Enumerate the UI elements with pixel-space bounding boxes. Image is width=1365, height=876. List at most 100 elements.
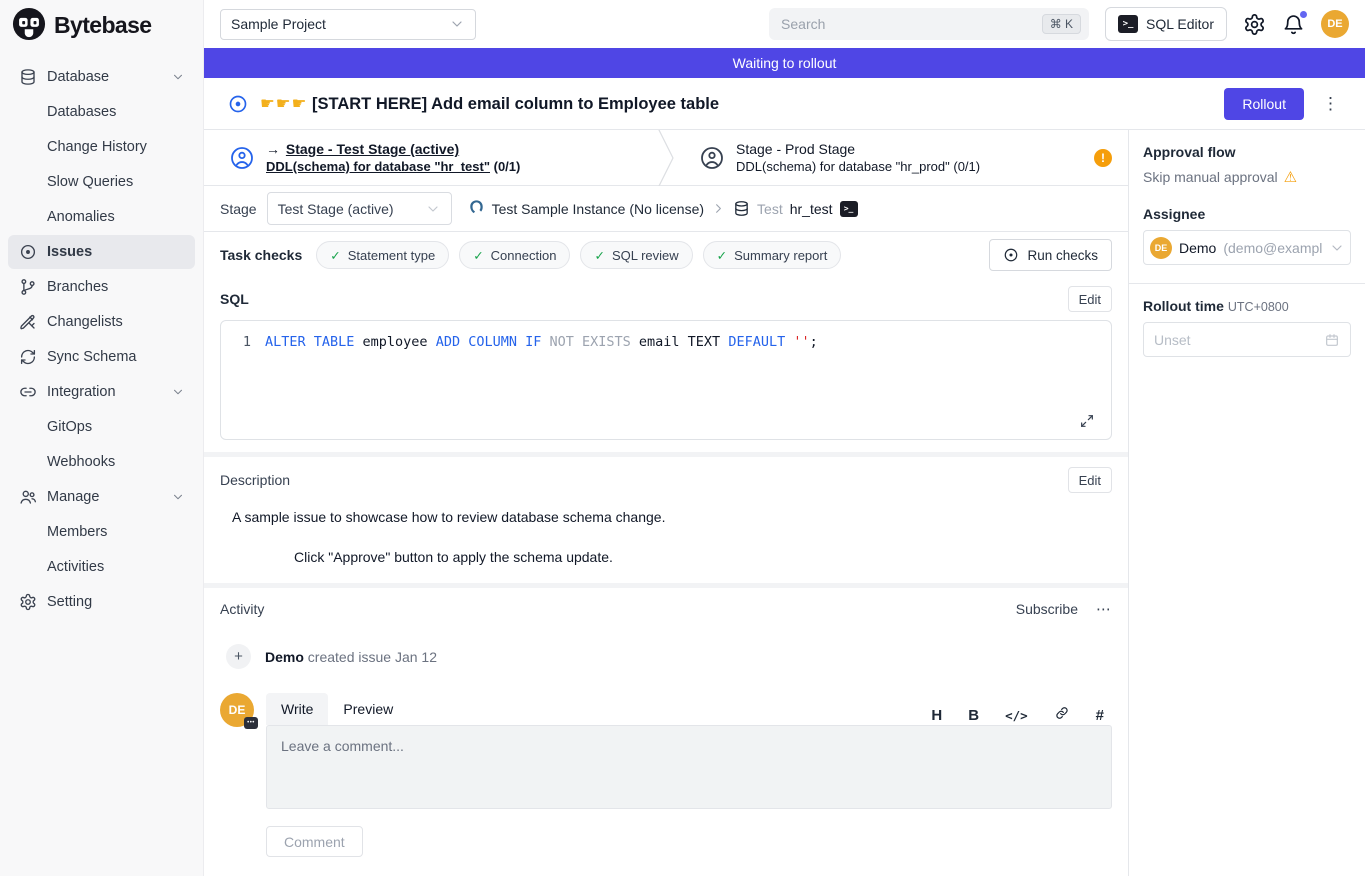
editor-tabs: Write Preview H B </> # — [266, 693, 1112, 725]
check-pill-label: Summary report — [734, 248, 827, 263]
sidebar-item-change-history[interactable]: Change History — [8, 130, 195, 164]
bold-icon[interactable]: B — [968, 707, 979, 724]
check-pill-summary-report[interactable]: ✓Summary report — [703, 241, 842, 269]
database-breadcrumb: Test Sample Instance (No license) Test h… — [468, 199, 858, 219]
check-pill-connection[interactable]: ✓Connection — [459, 241, 570, 269]
brand-logo[interactable]: Bytebase — [0, 0, 203, 50]
sidebar-item-issues[interactable]: Issues — [8, 235, 195, 269]
sql-editor-label: SQL Editor — [1146, 16, 1214, 32]
project-selector[interactable]: Sample Project — [220, 9, 476, 40]
kebab-menu-button[interactable]: ⋮ — [1316, 94, 1345, 114]
editor-column: Write Preview H B </> # Comment — [266, 693, 1112, 857]
sidebar-item-label: Anomalies — [47, 209, 115, 225]
link-icon[interactable] — [1054, 705, 1070, 725]
sidebar-item-label: GitOps — [47, 419, 92, 435]
search-placeholder: Search — [781, 16, 825, 32]
activity-menu-button[interactable]: ⋯ — [1096, 600, 1112, 618]
environment-name: Test — [757, 201, 783, 217]
heading-icon[interactable]: H — [931, 707, 942, 724]
notifications-bell-button[interactable] — [1282, 13, 1305, 36]
sidebar-item-anomalies[interactable]: Anomalies — [8, 200, 195, 234]
comment-avatar: DE ••• — [220, 693, 254, 727]
sidebar-item-database[interactable]: Database — [8, 60, 195, 94]
sidebar-item-members[interactable]: Members — [8, 515, 195, 549]
rollout-time-value: Unset — [1154, 332, 1191, 348]
comment-editor: DE ••• Write Preview H B </> # Comment — [204, 673, 1128, 857]
sidebar-item-branches[interactable]: Branches — [8, 270, 195, 304]
stage-card-prod[interactable]: Stage - Prod Stage DDL(schema) for datab… — [674, 130, 1128, 185]
search-input[interactable]: Search ⌘ K — [769, 8, 1089, 40]
page-title: ☛☛☛ [START HERE] Add email column to Emp… — [260, 94, 719, 114]
sql-editor-button[interactable]: >_ SQL Editor — [1105, 7, 1227, 41]
sidebar-item-label: Slow Queries — [47, 174, 133, 190]
branch-icon — [18, 278, 37, 297]
run-checks-label: Run checks — [1027, 248, 1098, 263]
plus-icon: + — [226, 644, 251, 669]
main-area: Sample Project Search ⌘ K >_ SQL Editor … — [204, 0, 1365, 876]
tab-write[interactable]: Write — [266, 693, 328, 725]
expand-icon[interactable] — [1079, 413, 1095, 429]
comment-submit-button[interactable]: Comment — [266, 826, 363, 857]
sidebar-item-changelists[interactable]: Changelists — [8, 305, 195, 339]
description-edit-button[interactable]: Edit — [1068, 467, 1112, 493]
check-pill-sql-review[interactable]: ✓SQL review — [580, 241, 692, 269]
check-pill-statement-type[interactable]: ✓Statement type — [316, 241, 449, 269]
tab-preview[interactable]: Preview — [328, 693, 408, 725]
sidebar-item-label: Branches — [47, 279, 108, 295]
sidebar-item-webhooks[interactable]: Webhooks — [8, 445, 195, 479]
sidebar-item-label: Setting — [47, 594, 92, 610]
sidebar-item-manage[interactable]: Manage — [8, 480, 195, 514]
attention-badge: ! — [1094, 149, 1112, 167]
sidebar-item-gitops[interactable]: GitOps — [8, 410, 195, 444]
approval-flow-label: Approval flow — [1143, 144, 1351, 160]
sql-section: SQL Edit 1 ALTER TABLE employee ADD COLU… — [204, 278, 1128, 452]
rollout-time-input[interactable]: Unset — [1143, 322, 1351, 357]
user-avatar[interactable]: DE — [1321, 10, 1349, 38]
current-stage-arrow: → — [266, 141, 280, 157]
changelist-icon — [18, 313, 37, 332]
sidebar-item-integration[interactable]: Integration — [8, 375, 195, 409]
main-column: → Stage - Test Stage (active) DDL(schema… — [204, 130, 1128, 876]
sidebar-item-sync-schema[interactable]: Sync Schema — [8, 340, 195, 374]
instance-name[interactable]: Test Sample Instance (No license) — [492, 201, 704, 217]
panel-divider — [1129, 283, 1365, 284]
stage-select-dropdown[interactable]: Test Stage (active) — [267, 192, 452, 225]
run-checks-button[interactable]: Run checks — [989, 239, 1112, 271]
sidebar-item-slow-queries[interactable]: Slow Queries — [8, 165, 195, 199]
sidebar-item-activities[interactable]: Activities — [8, 550, 195, 584]
stage-test-name: Stage - Test Stage (active) — [286, 141, 459, 157]
sync-icon — [18, 348, 37, 367]
database-name[interactable]: hr_test — [790, 201, 833, 217]
subscribe-button[interactable]: Subscribe — [1016, 601, 1078, 617]
sidebar-item-label: Activities — [47, 559, 104, 575]
sql-token: email TEXT — [631, 334, 729, 350]
comment-textarea[interactable] — [266, 725, 1112, 809]
rollout-button[interactable]: Rollout — [1224, 88, 1304, 120]
sidebar-item-databases[interactable]: Databases — [8, 95, 195, 129]
check-icon: ✓ — [594, 248, 604, 263]
assignee-select[interactable]: DE Demo (demo@example — [1143, 230, 1351, 265]
stage-test-count: (0/1) — [494, 159, 521, 174]
content-row: → Stage - Test Stage (active) DDL(schema… — [204, 130, 1365, 876]
bytebase-logo-icon — [12, 7, 46, 44]
stage-prod-detail: DDL(schema) for database "hr_prod" — [736, 159, 950, 174]
sql-token: ADD COLUMN IF — [436, 334, 542, 350]
sql-code-block[interactable]: 1 ALTER TABLE employee ADD COLUMN IF NOT… — [220, 320, 1112, 440]
open-sql-editor-icon[interactable]: >_ — [840, 201, 858, 217]
sql-edit-button[interactable]: Edit — [1068, 286, 1112, 312]
code-icon[interactable]: </> — [1005, 708, 1028, 723]
issue-title-text: [START HERE] Add email column to Employe… — [312, 95, 719, 113]
check-icon: ✓ — [330, 248, 340, 263]
stage-card-test[interactable]: → Stage - Test Stage (active) DDL(schema… — [204, 130, 658, 185]
sidebar-item-label: Members — [47, 524, 107, 540]
sidebar-item-setting[interactable]: Setting — [8, 585, 195, 619]
stage-prod-labels: Stage - Prod Stage DDL(schema) for datab… — [736, 141, 980, 174]
search-shortcut-badge: ⌘ K — [1042, 14, 1081, 34]
sql-token: NOT EXISTS — [550, 334, 631, 350]
stage-label: Stage — [220, 201, 257, 217]
left-sidebar: Bytebase DatabaseDatabasesChange History… — [0, 0, 204, 876]
description-section: Description Edit A sample issue to showc… — [204, 457, 1128, 583]
hash-icon[interactable]: # — [1096, 707, 1104, 724]
settings-gear-button[interactable] — [1243, 13, 1266, 36]
issue-icon — [18, 243, 37, 262]
